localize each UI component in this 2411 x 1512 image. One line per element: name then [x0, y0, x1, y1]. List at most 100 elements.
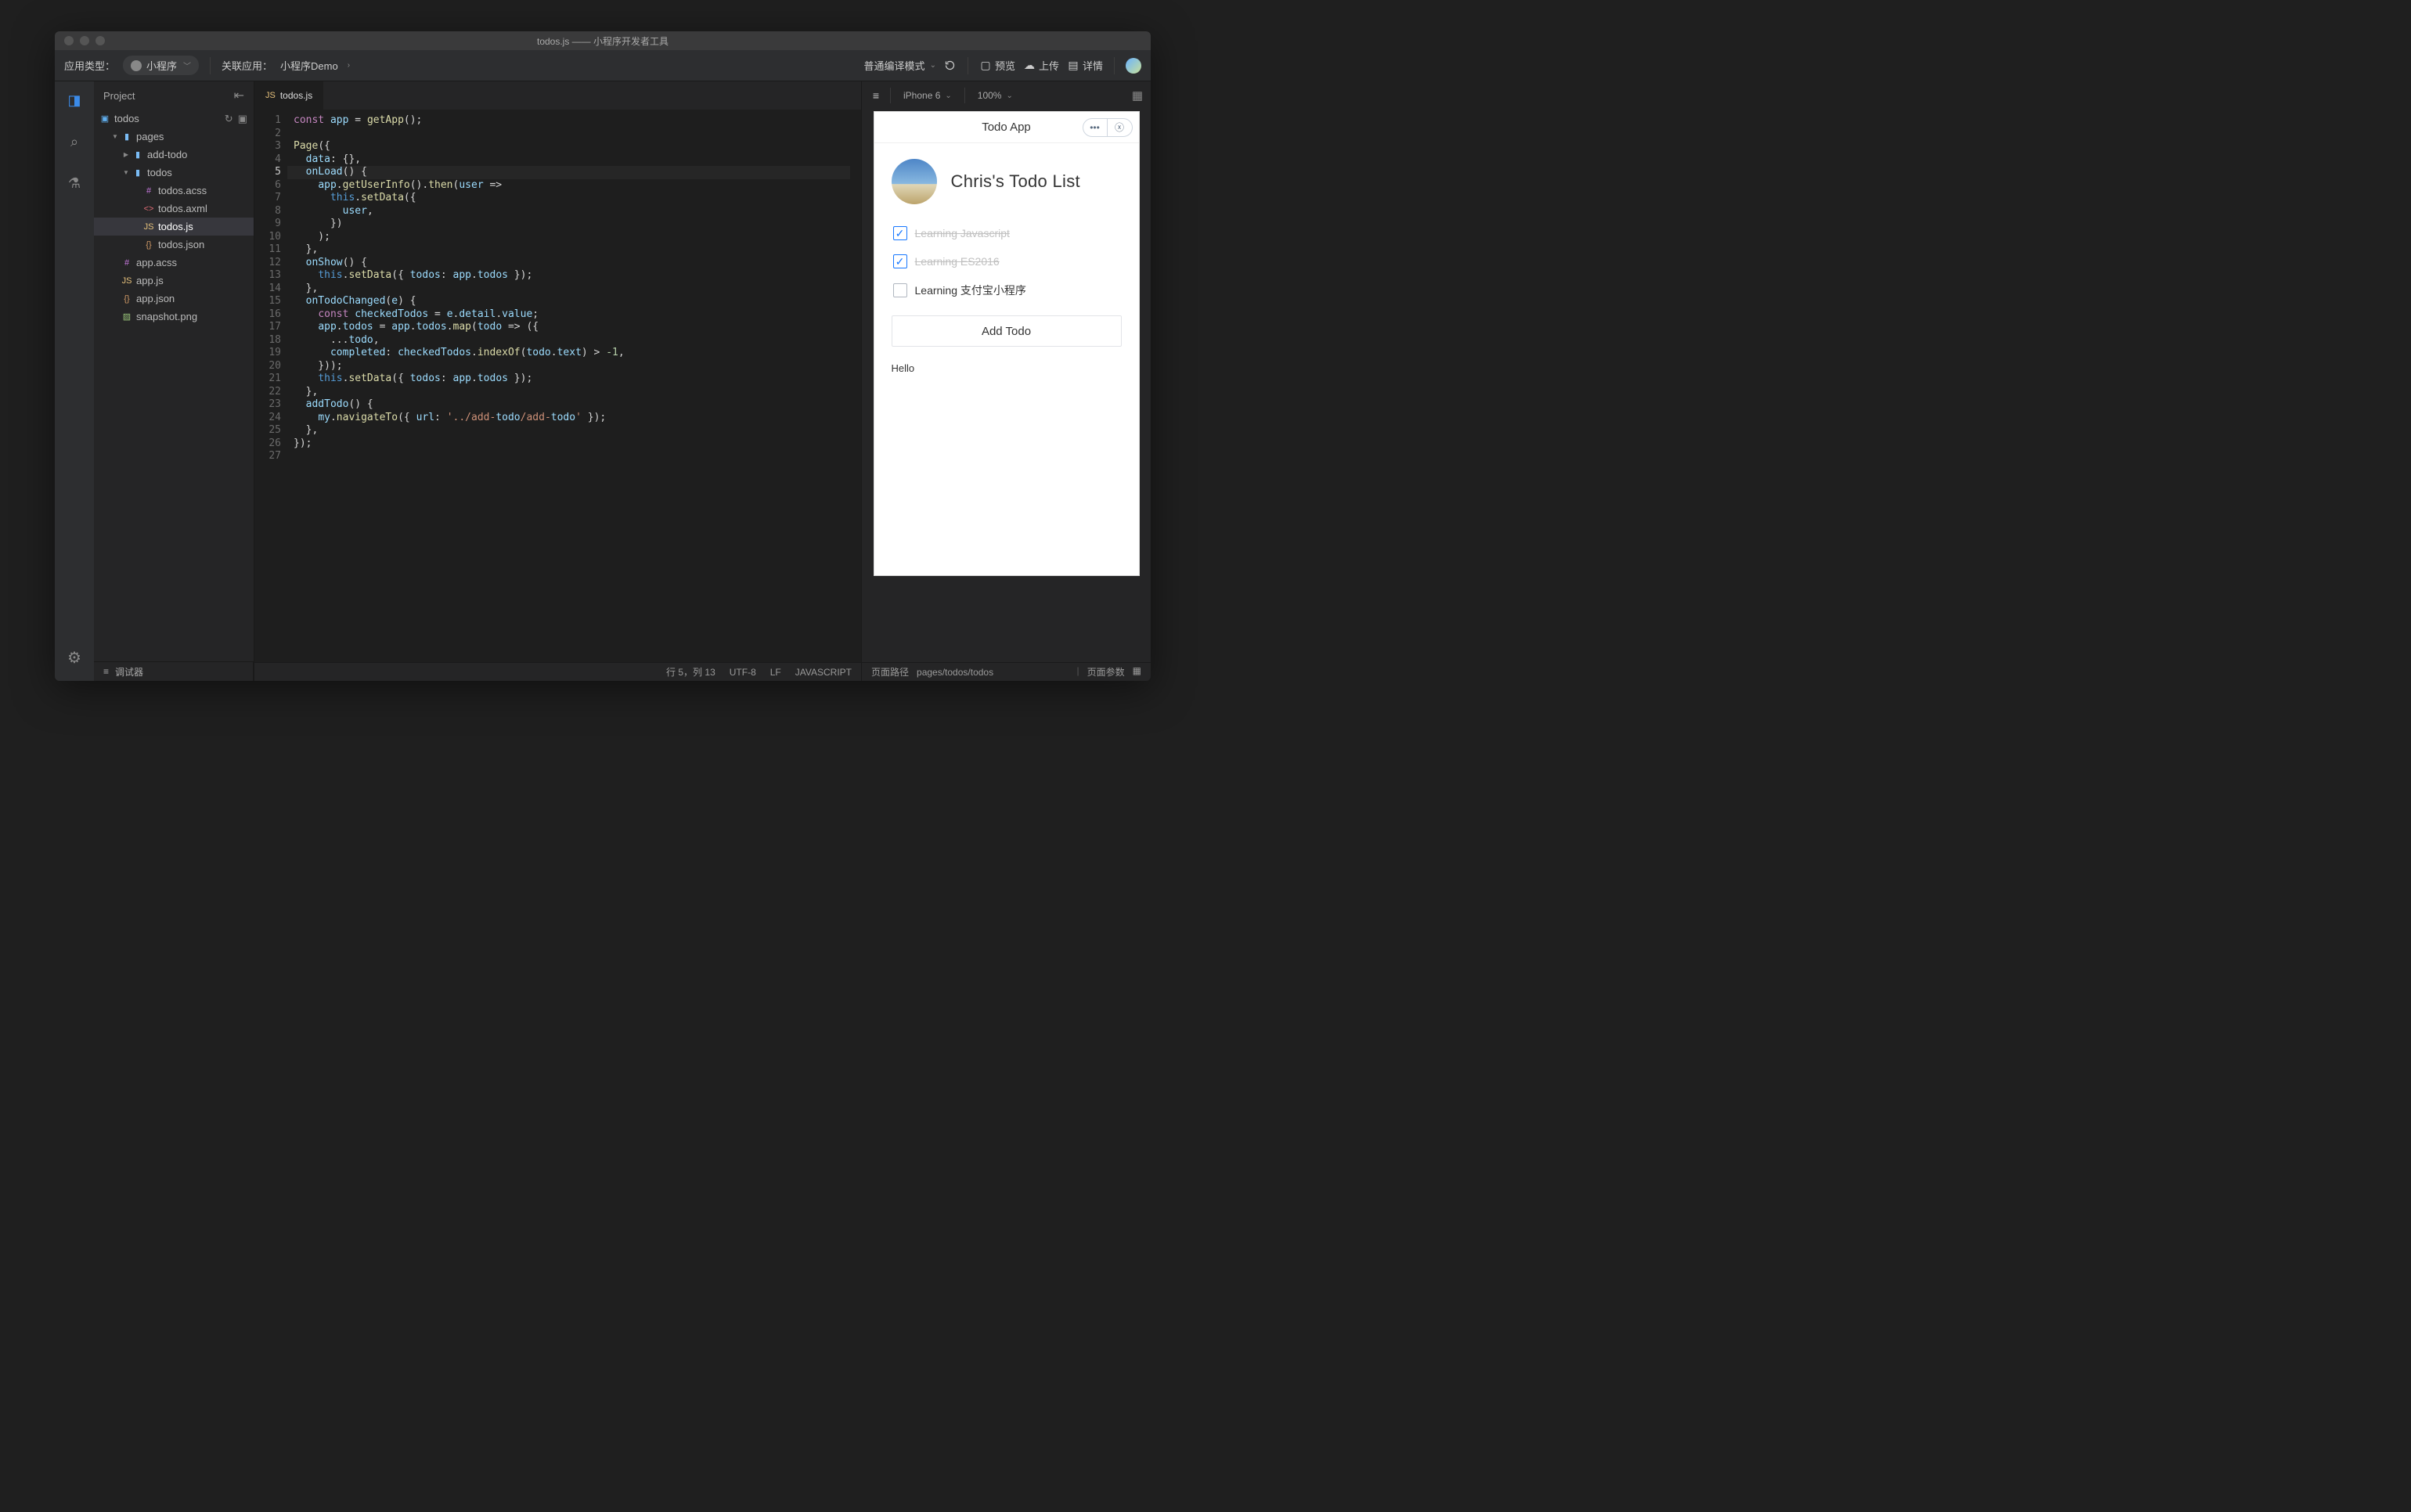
eol[interactable]: LF — [770, 667, 781, 678]
file-snapshot.png[interactable]: ▨snapshot.png — [94, 308, 254, 326]
js-file-icon: JS — [142, 222, 155, 232]
code-line[interactable]: })); — [294, 360, 850, 373]
code-line[interactable] — [294, 128, 850, 141]
chevron-down-icon: ⌄ — [930, 61, 936, 70]
zoom-label: 100% — [978, 90, 1002, 101]
file-app.acss[interactable]: #app.acss — [94, 254, 254, 272]
code-line[interactable]: ...todo, — [294, 334, 850, 347]
code-line[interactable]: }, — [294, 283, 850, 296]
close-app-button[interactable]: ⓧ — [1108, 118, 1133, 137]
phone-simulator: Todo App ••• ⓧ Chr — [874, 111, 1140, 576]
file-todos.acss[interactable]: #todos.acss — [94, 182, 254, 200]
more-button[interactable]: ••• — [1083, 118, 1108, 137]
user-name: Chris's Todo List — [951, 171, 1080, 192]
todo-item[interactable]: Learning 支付宝小程序 — [893, 283, 1122, 298]
new-file-icon[interactable]: ▣ — [238, 113, 247, 125]
code-line[interactable]: user, — [294, 205, 850, 218]
folder-add-todo[interactable]: ▶▮add-todo — [94, 146, 254, 164]
code-line[interactable]: Page({ — [294, 140, 850, 153]
device-label: iPhone 6 — [903, 90, 940, 101]
code-line[interactable]: app.getUserInfo().then(user => — [294, 179, 850, 193]
code-line[interactable]: this.setData({ todos: app.todos }); — [294, 269, 850, 283]
file-todos.axml[interactable]: <>todos.axml — [94, 200, 254, 218]
minimap[interactable] — [850, 110, 861, 662]
traffic-lights[interactable] — [55, 36, 105, 45]
device-dropdown[interactable]: iPhone 6 ⌄ — [899, 88, 957, 103]
maximize-icon[interactable] — [96, 36, 105, 45]
code-line[interactable]: this.setData({ — [294, 192, 850, 205]
app-type-dropdown[interactable]: 小程序 ﹀ — [123, 56, 199, 75]
code-line[interactable]: ); — [294, 231, 850, 244]
close-icon[interactable] — [64, 36, 74, 45]
minimize-icon[interactable] — [80, 36, 89, 45]
debugger-label: 调试器 — [115, 665, 143, 679]
project-root[interactable]: ▣todos↻▣ — [94, 110, 254, 128]
page-params-label[interactable]: 页面参数 — [1087, 665, 1125, 679]
lab-activity[interactable]: ⚗ — [63, 172, 85, 194]
compile-mode-dropdown[interactable]: 普通编译模式 ⌄ — [864, 58, 936, 73]
folder-icon: ▮ — [121, 131, 133, 142]
files-icon: ◨ — [67, 92, 81, 109]
code-line[interactable]: onTodoChanged(e) { — [294, 295, 850, 308]
sliders-icon: ≡ — [103, 666, 109, 677]
file-app.json[interactable]: {}app.json — [94, 290, 254, 308]
code-line[interactable]: }, — [294, 243, 850, 257]
upload-button[interactable]: ☁ 上传 — [1023, 58, 1059, 73]
page-path[interactable]: pages/todos/todos — [917, 667, 993, 678]
todo-item[interactable]: ✓Learning ES2016 — [893, 254, 1122, 268]
cursor-position[interactable]: 行 5，列 13 — [666, 665, 715, 679]
activity-bar: ◨ ⌕ ⚗ ⚙ — [55, 81, 94, 681]
user-avatar[interactable] — [1126, 58, 1141, 74]
settings-button[interactable]: ⚙ — [63, 646, 85, 668]
code-line[interactable]: completed: checkedTodos.indexOf(todo.tex… — [294, 347, 850, 360]
json-file-icon: {} — [121, 294, 133, 304]
file-todos.json[interactable]: {}todos.json — [94, 236, 254, 254]
collapse-panel-icon[interactable]: ⇤ — [234, 88, 244, 103]
folder-pages[interactable]: ▼▮pages — [94, 128, 254, 146]
tab-todos-js[interactable]: JS todos.js — [254, 81, 324, 110]
simulator-panel: ≡ iPhone 6 ⌄ 100% ⌄ ▦ Todo App — [861, 81, 1151, 681]
add-todo-button[interactable]: Add Todo — [892, 315, 1122, 347]
code-line[interactable]: app.todos = app.todos.map(todo => ({ — [294, 321, 850, 334]
todo-item[interactable]: ✓Learning Javascript — [893, 226, 1122, 240]
grid-icon[interactable]: ▦ — [1133, 665, 1141, 679]
code-line[interactable]: }, — [294, 424, 850, 437]
code-line[interactable]: my.navigateTo({ url: '../add-todo/add-to… — [294, 412, 850, 425]
language-mode[interactable]: JAVASCRIPT — [795, 667, 852, 678]
code-body[interactable]: const app = getApp(); Page({ data: {}, o… — [287, 110, 850, 662]
folder-todos[interactable]: ▼▮todos — [94, 164, 254, 182]
code-line[interactable]: onShow() { — [294, 257, 850, 270]
checkbox[interactable]: ✓ — [893, 226, 907, 240]
code-line[interactable]: const app = getApp(); — [294, 114, 850, 128]
img-file-icon: ▨ — [121, 311, 133, 322]
code-line[interactable]: data: {}, — [294, 153, 850, 167]
add-device-icon[interactable]: ▦ — [1132, 88, 1143, 103]
checkbox[interactable]: ✓ — [893, 254, 907, 268]
code-line[interactable]: }) — [294, 218, 850, 231]
code-line[interactable]: const checkedTodos = e.detail.value; — [294, 308, 850, 322]
explorer-title: Project — [103, 90, 135, 102]
code-line[interactable]: this.setData({ todos: app.todos }); — [294, 373, 850, 386]
settings-toggle-icon[interactable]: ≡ — [870, 89, 882, 102]
code-editor[interactable]: 1234567891011121314151617181920212223242… — [254, 110, 861, 662]
file-app.js[interactable]: JSapp.js — [94, 272, 254, 290]
debugger-tab[interactable]: ≡ 调试器 — [94, 662, 254, 681]
checkbox[interactable] — [893, 283, 907, 297]
tree-item-label: pages — [136, 131, 164, 142]
preview-button[interactable]: ▢ 预览 — [979, 58, 1015, 73]
details-button[interactable]: ▤ 详情 — [1067, 58, 1103, 73]
zoom-dropdown[interactable]: 100% ⌄ — [973, 88, 1018, 103]
code-line[interactable]: }); — [294, 437, 850, 451]
chevron-down-icon: ⌄ — [945, 92, 951, 100]
simulator-toolbar: ≡ iPhone 6 ⌄ 100% ⌄ ▦ — [862, 81, 1151, 110]
search-activity[interactable]: ⌕ — [63, 131, 85, 153]
assoc-app-value[interactable]: 小程序Demo — [280, 58, 338, 73]
refresh-button[interactable] — [944, 59, 957, 72]
code-line[interactable]: addTodo() { — [294, 398, 850, 412]
refresh-icon[interactable]: ↻ — [225, 113, 233, 125]
code-line[interactable] — [294, 450, 850, 463]
encoding[interactable]: UTF-8 — [730, 667, 756, 678]
explorer-activity[interactable]: ◨ — [63, 89, 85, 111]
code-line[interactable]: }, — [294, 386, 850, 399]
file-todos.js[interactable]: JStodos.js — [94, 218, 254, 236]
